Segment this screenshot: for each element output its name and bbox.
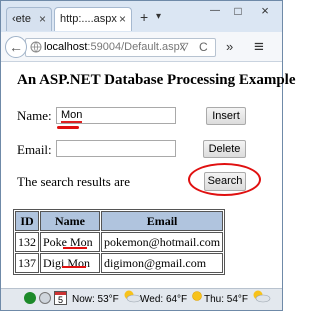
table-row: 137 Digi Mon digimon@gmail.com [15, 253, 224, 273]
url-host: localhost [44, 41, 88, 53]
red-underline-annotation [63, 247, 87, 249]
reload-icon[interactable]: C [199, 39, 208, 55]
url-text: localhost:59004/Default.aspx [44, 40, 185, 54]
globe-icon [30, 41, 42, 56]
calendar-day: 5 [57, 295, 63, 305]
name-input-value: Mon [61, 109, 83, 123]
weather-thu-label: Thu: 54°F [204, 294, 249, 306]
name-label: Name: [17, 108, 52, 123]
close-window-icon[interactable]: × [251, 4, 279, 18]
cell-name: Poke Mon [40, 232, 100, 252]
tab-active[interactable]: http:....aspx × [54, 7, 132, 31]
cell-email: digimon@gmail.com [101, 253, 224, 273]
search-button[interactable]: Search [204, 172, 246, 191]
red-underline-annotation [57, 126, 79, 129]
back-arrow-icon[interactable]: ← [5, 36, 27, 58]
hamburger-menu-icon[interactable]: ≡ [254, 38, 264, 56]
tab-previous[interactable]: ‹ete × [6, 7, 52, 31]
page-title: An ASP.NET Database Processing Example [17, 72, 296, 88]
weather-wed[interactable]: Wed: 64°F [140, 289, 204, 310]
weather-now-label: Now: 53°F [72, 294, 119, 306]
minimize-icon[interactable]: — [205, 4, 225, 18]
column-header-email: Email [101, 211, 224, 231]
overflow-chevron-icon[interactable]: » [226, 38, 233, 56]
tab-label: ‹ete [12, 13, 31, 25]
weather-thu[interactable]: Thu: 54°F [204, 289, 271, 310]
insert-button[interactable]: Insert [206, 107, 246, 125]
close-tab-icon[interactable]: × [119, 8, 126, 30]
cell-id: 137 [15, 253, 39, 273]
column-header-name: Name [40, 211, 100, 231]
tab-list-icon[interactable]: ▾ [156, 11, 161, 22]
partly-cloudy-icon [122, 289, 142, 310]
search-results-label: The search results are [17, 174, 130, 189]
email-label: Email: [17, 142, 52, 157]
sun-icon [190, 289, 204, 310]
close-tab-icon[interactable]: × [39, 8, 46, 30]
name-input[interactable]: Mon [56, 107, 176, 124]
weather-wed-label: Wed: 64°F [140, 294, 188, 306]
delete-button[interactable]: Delete [203, 140, 246, 158]
cell-name: Digi Mon [40, 253, 100, 273]
red-underline-annotation [62, 266, 86, 268]
table-header-row: ID Name Email [15, 211, 224, 231]
cell-email: pokemon@hotmail.com [101, 232, 224, 252]
maximize-icon[interactable]: □ [228, 4, 248, 18]
new-tab-icon[interactable]: + [140, 10, 148, 24]
table-row: 132 Poke Mon pokemon@hotmail.com [15, 232, 224, 252]
url-dropdown-icon[interactable]: ▽ [180, 39, 188, 55]
calendar-icon[interactable]: 5 [54, 291, 67, 305]
email-input[interactable] [56, 140, 176, 157]
column-header-id: ID [15, 211, 39, 231]
partly-cloudy-icon [251, 289, 271, 310]
tab-label: http:....aspx [60, 13, 117, 25]
gray-circle-icon[interactable] [39, 292, 51, 304]
results-table: ID Name Email 132 Poke Mon pokemon@hotma… [13, 209, 226, 275]
cell-id: 132 [15, 232, 39, 252]
url-path: :59004/Default.aspx [87, 41, 186, 53]
weather-now[interactable]: Now: 53°F [72, 289, 142, 310]
green-status-icon[interactable] [24, 292, 36, 304]
